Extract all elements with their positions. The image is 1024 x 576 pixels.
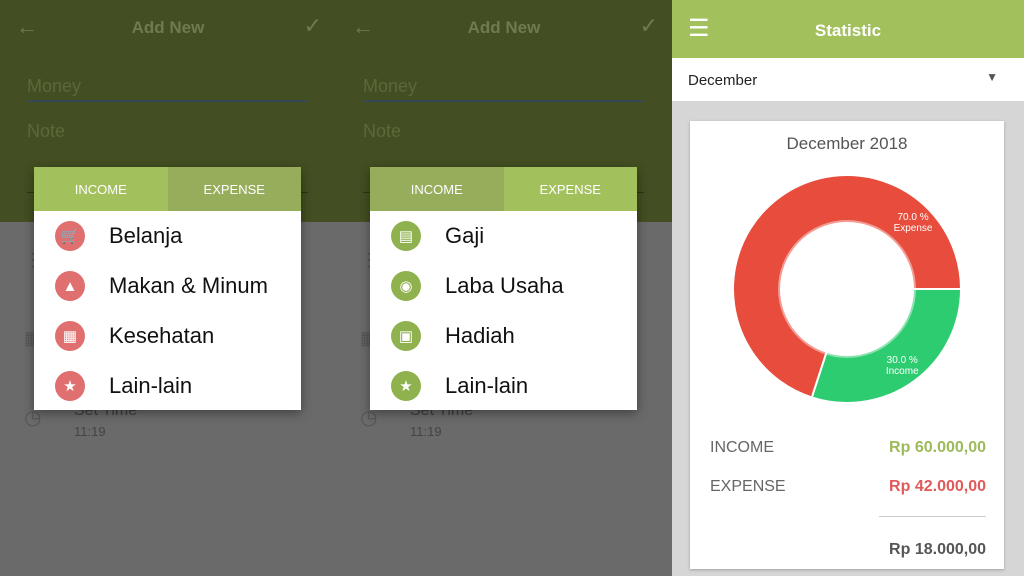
tab-expense[interactable]: EXPENSE <box>503 167 637 211</box>
tab-expense[interactable]: EXPENSE <box>167 167 301 211</box>
set-time-value: 11:19 <box>74 424 106 439</box>
donut-chart: 30.0 %Income 70.0 %Expense <box>732 174 963 404</box>
category-item[interactable]: ▤ Gaji <box>370 211 637 261</box>
income-label: INCOME <box>710 439 774 456</box>
category-dialog: INCOME EXPENSE ▤ Gaji ◉ Laba Usaha ▣ Hadiah ★ Lai… <box>370 167 637 410</box>
money-input[interactable]: Money <box>27 76 308 102</box>
month-dropdown[interactable]: December ▼ <box>672 58 1024 101</box>
category-label: Gaji <box>445 223 485 248</box>
hospital-icon: ▦ <box>55 321 85 351</box>
add-new-screen-expense: ← Add New ✓ Money Note ⋮⋮ ▦ ◷ Set Time 1… <box>0 0 336 576</box>
statistic-screen: ☰ Statistic December ▼ December 2018 30.… <box>672 0 1024 576</box>
cake-icon: ▲ <box>55 271 85 301</box>
category-label: Kesehatan <box>109 323 215 348</box>
juggle-icon: ★ <box>55 371 85 401</box>
app-bar: ← Add New ✓ <box>336 0 672 56</box>
cash-icon: ▤ <box>391 221 421 251</box>
set-time-value: 11:19 <box>410 424 442 439</box>
category-item[interactable]: ★ Lain-lain <box>34 361 301 411</box>
app-bar: ☰ Statistic <box>672 0 1024 58</box>
tab-income[interactable]: INCOME <box>34 167 168 211</box>
category-item[interactable]: ★ Lain-lain <box>370 361 637 411</box>
money-input[interactable]: Money <box>363 76 644 102</box>
income-row: INCOME Rp 60.000,00 <box>710 439 986 457</box>
add-new-screen-income: ← Add New ✓ Money Note ⋮⋮ ▦ ◷ Set Time 1… <box>336 0 672 576</box>
divider <box>879 516 986 517</box>
check-icon[interactable]: ✓ <box>640 13 658 39</box>
slice-label: Expense <box>894 223 933 234</box>
month-value: December <box>688 72 758 89</box>
expense-value: Rp 42.000,00 <box>889 478 986 495</box>
category-item[interactable]: ◉ Laba Usaha <box>370 261 637 311</box>
caret-down-icon: ▼ <box>986 70 998 84</box>
page-title: Add New <box>467 18 541 37</box>
category-label: Hadiah <box>445 323 515 348</box>
slice-label: 70.0 % <box>897 212 928 223</box>
expense-label: EXPENSE <box>710 478 786 495</box>
gift-icon: ▣ <box>391 321 421 351</box>
income-value: Rp 60.000,00 <box>889 439 986 456</box>
note-input[interactable]: Note <box>363 121 644 142</box>
category-dialog: INCOME EXPENSE 🛒 Belanja ▲ Makan & Minum ▦ Kese… <box>34 167 301 410</box>
note-input[interactable]: Note <box>27 121 308 142</box>
tab-income[interactable]: INCOME <box>370 167 504 211</box>
category-label: Belanja <box>109 223 183 248</box>
category-item[interactable]: ▦ Kesehatan <box>34 311 301 361</box>
category-label: Laba Usaha <box>445 273 564 298</box>
juggle-icon: ★ <box>391 371 421 401</box>
category-item[interactable]: 🛒 Belanja <box>34 211 301 261</box>
page-title: Add New <box>131 18 205 37</box>
category-item[interactable]: ▲ Makan & Minum <box>34 261 301 311</box>
cart-icon: 🛒 <box>55 221 85 251</box>
category-label: Lain-lain <box>109 373 193 398</box>
donut-inner-ring <box>778 220 916 358</box>
category-label: Lain-lain <box>445 373 529 398</box>
page-title: Statistic <box>814 21 882 40</box>
check-icon[interactable]: ✓ <box>304 13 322 39</box>
slice-label: Income <box>886 366 919 377</box>
slice-label: 30.0 % <box>887 355 918 366</box>
category-item[interactable]: ▣ Hadiah <box>370 311 637 361</box>
statistic-card: December 2018 30.0 % Income 70.0 % Expense … <box>690 121 1004 569</box>
balance-value: Rp 18.000,00 <box>889 541 986 558</box>
money-bag-icon: ◉ <box>391 271 421 301</box>
expense-row: EXPENSE Rp 42.000,00 <box>710 478 986 496</box>
category-label: Makan & Minum <box>109 273 268 298</box>
slice-income <box>810 288 963 404</box>
app-bar: ← Add New ✓ <box>0 0 336 56</box>
